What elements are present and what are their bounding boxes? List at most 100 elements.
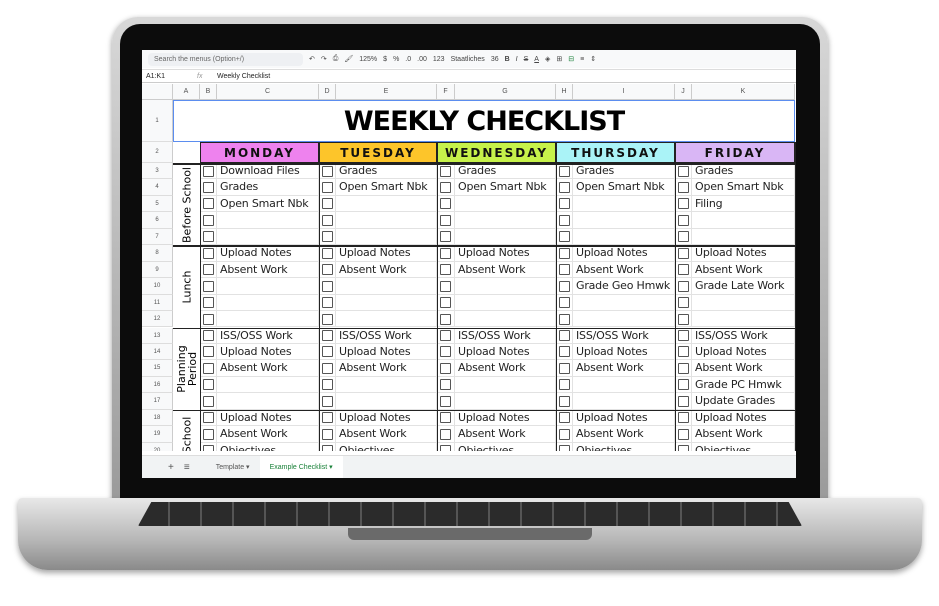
task-cell[interactable]: Objectives xyxy=(336,442,437,451)
task-cell[interactable] xyxy=(336,228,437,246)
checkbox[interactable] xyxy=(440,395,451,407)
more-formats-button[interactable]: 123 xyxy=(433,56,445,63)
task-cell[interactable] xyxy=(455,195,556,213)
merge-cells-icon[interactable]: ⊟ xyxy=(568,55,574,63)
checkbox[interactable] xyxy=(322,412,333,424)
row-header-8[interactable]: 8 xyxy=(142,245,173,262)
checkbox[interactable] xyxy=(322,198,333,210)
row-header-16[interactable]: 16 xyxy=(142,376,173,394)
select-all-corner[interactable] xyxy=(142,84,173,100)
checkbox[interactable] xyxy=(559,412,570,424)
add-sheet-button[interactable]: + xyxy=(142,462,180,473)
day-header-friday[interactable]: FRIDAY xyxy=(675,142,795,163)
task-cell[interactable] xyxy=(692,212,795,229)
task-cell[interactable]: Objectives xyxy=(455,442,556,451)
checkbox[interactable] xyxy=(440,362,451,374)
task-cell[interactable]: Upload Notes xyxy=(573,343,675,361)
checkbox[interactable] xyxy=(559,165,570,177)
task-cell[interactable] xyxy=(217,294,319,312)
row-header-2[interactable]: 2 xyxy=(142,142,173,163)
row-header-15[interactable]: 15 xyxy=(142,360,173,377)
checkbox[interactable] xyxy=(322,231,333,243)
task-cell[interactable]: Update Grades xyxy=(692,393,795,410)
checkbox[interactable] xyxy=(322,428,333,440)
decimal-increase-button[interactable]: .00 xyxy=(417,56,427,63)
column-header-a[interactable]: A xyxy=(173,84,200,100)
task-cell[interactable] xyxy=(455,228,556,246)
sheet-title[interactable]: WEEKLY CHECKLIST xyxy=(173,100,795,142)
task-cell[interactable]: Absent Work xyxy=(455,261,556,279)
task-cell[interactable]: Upload Notes xyxy=(692,245,795,262)
checkbox[interactable] xyxy=(203,198,214,210)
row-header-9[interactable]: 9 xyxy=(142,261,173,279)
checkbox[interactable] xyxy=(203,445,214,451)
checkbox[interactable] xyxy=(559,264,570,276)
checkbox[interactable] xyxy=(322,330,333,341)
task-cell[interactable]: Absent Work xyxy=(336,426,437,443)
column-header-k[interactable]: K xyxy=(692,84,795,100)
checkbox[interactable] xyxy=(440,198,451,210)
task-cell[interactable]: Upload Notes xyxy=(455,245,556,262)
checkbox[interactable] xyxy=(322,280,333,292)
task-cell[interactable]: Upload Notes xyxy=(217,409,319,427)
checkbox[interactable] xyxy=(440,313,451,325)
task-cell[interactable]: Grade PC Hmwk xyxy=(692,376,795,394)
day-header-thursday[interactable]: THURSDAY xyxy=(556,142,675,163)
checkbox[interactable] xyxy=(678,313,689,325)
checkbox[interactable] xyxy=(678,280,689,292)
checkbox[interactable] xyxy=(440,297,451,309)
checkbox[interactable] xyxy=(203,412,214,424)
checkbox[interactable] xyxy=(440,181,451,193)
task-cell[interactable] xyxy=(692,294,795,312)
search-menus-input[interactable]: Search the menus (Option+/) xyxy=(148,52,303,66)
task-cell[interactable] xyxy=(217,393,319,410)
column-header-f[interactable]: F xyxy=(437,84,455,100)
checkbox[interactable] xyxy=(559,346,570,358)
column-header-c[interactable]: C xyxy=(217,84,319,100)
all-sheets-button[interactable]: ≡ xyxy=(180,462,206,473)
task-cell[interactable]: Upload Notes xyxy=(217,343,319,361)
sheet-tab-example-checklist[interactable]: Example Checklist ▾ xyxy=(259,455,343,478)
strikethrough-button[interactable]: S xyxy=(524,56,529,63)
task-cell[interactable]: Upload Notes xyxy=(455,343,556,361)
checkbox[interactable] xyxy=(440,330,451,341)
name-box[interactable]: A1:K1 xyxy=(142,73,197,80)
undo-icon[interactable]: ↶ xyxy=(309,55,315,63)
checkbox[interactable] xyxy=(678,198,689,210)
checkbox[interactable] xyxy=(203,247,214,259)
checkbox[interactable] xyxy=(440,214,451,226)
sheet-grid[interactable]: A B C D E F G H I J K 1 2 3 Download Files Grades Grades… xyxy=(142,84,796,451)
task-cell[interactable] xyxy=(217,376,319,394)
task-cell[interactable] xyxy=(573,212,675,229)
task-cell[interactable]: Objectives xyxy=(692,442,795,451)
task-cell[interactable]: Open Smart Nbk xyxy=(573,179,675,196)
checkbox[interactable] xyxy=(678,362,689,374)
checkbox[interactable] xyxy=(322,247,333,259)
task-cell[interactable] xyxy=(336,393,437,410)
task-cell[interactable]: Absent Work xyxy=(573,261,675,279)
task-cell[interactable]: Absent Work xyxy=(217,261,319,279)
checkbox[interactable] xyxy=(559,379,570,391)
task-cell[interactable]: Absent Work xyxy=(217,426,319,443)
task-cell[interactable]: Grade Late Work xyxy=(692,278,795,295)
row-header-13[interactable]: 13 xyxy=(142,327,173,344)
checkbox[interactable] xyxy=(203,214,214,226)
paint-format-icon[interactable]: 🖌 xyxy=(344,55,353,63)
checkbox[interactable] xyxy=(440,247,451,259)
row-header-20[interactable]: 20 xyxy=(142,442,173,451)
checkbox[interactable] xyxy=(322,264,333,276)
checkbox[interactable] xyxy=(678,214,689,226)
checkbox[interactable] xyxy=(559,280,570,292)
task-cell[interactable]: Download Files xyxy=(217,163,319,180)
checkbox[interactable] xyxy=(440,280,451,292)
task-cell[interactable] xyxy=(455,294,556,312)
checkbox[interactable] xyxy=(322,313,333,325)
checkbox[interactable] xyxy=(440,165,451,177)
task-cell[interactable] xyxy=(336,195,437,213)
task-cell[interactable] xyxy=(336,294,437,312)
task-cell[interactable]: Absent Work xyxy=(573,426,675,443)
checkbox[interactable] xyxy=(440,346,451,358)
task-cell[interactable] xyxy=(336,278,437,295)
checkbox[interactable] xyxy=(203,280,214,292)
task-cell[interactable] xyxy=(455,393,556,410)
